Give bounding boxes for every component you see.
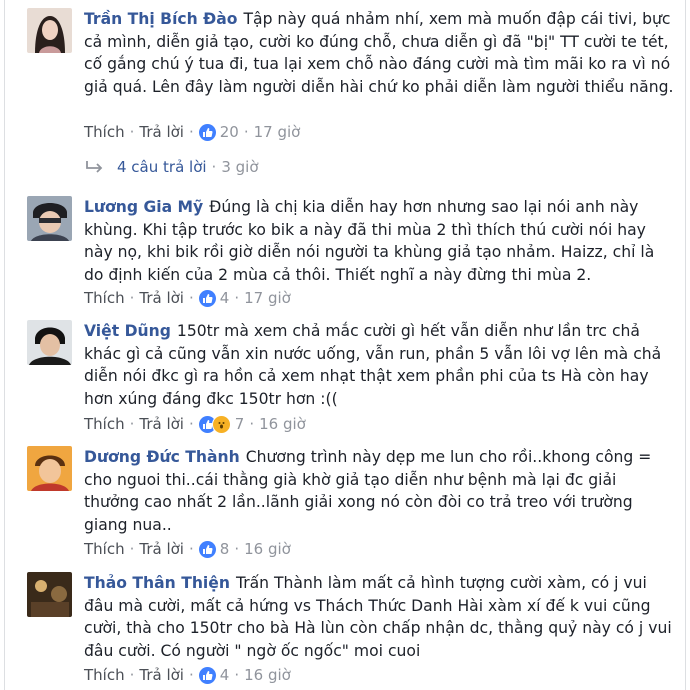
reply-link[interactable]: Trả lời: [139, 123, 184, 141]
reaction-count[interactable]: 7: [235, 415, 245, 433]
like-icon: [198, 289, 216, 307]
separator: ·: [211, 158, 217, 176]
comment-body: Việt Dũng 150tr mà xem chả mắc cười gì hế…: [84, 320, 674, 410]
comment-body: Thảo Thân Thiện Trấn Thành làm mất cả hìn…: [84, 572, 674, 662]
avatar[interactable]: [27, 446, 72, 491]
comment-section: Trần Thị Bích Đào Tập này quá nhảm nhí, x…: [4, 0, 686, 690]
comment-actions: Thích · Trả lời · 7 · 16 giờ: [84, 414, 306, 434]
replies-count-link[interactable]: 4 câu trả lời: [117, 158, 207, 176]
reaction-count[interactable]: 4: [220, 289, 230, 307]
comment-time[interactable]: 17 giờ: [244, 289, 291, 307]
avatar[interactable]: [27, 8, 72, 53]
like-link[interactable]: Thích: [84, 666, 125, 684]
separator: ·: [129, 415, 135, 433]
comment-author[interactable]: Việt Dũng: [84, 322, 171, 340]
separator: ·: [188, 123, 194, 141]
separator: ·: [234, 540, 240, 558]
separator: ·: [188, 415, 194, 433]
comment-author[interactable]: Trần Thị Bích Đào: [84, 10, 238, 28]
like-link[interactable]: Thích: [84, 540, 125, 558]
replies-time[interactable]: 3 giờ: [221, 158, 258, 176]
like-icon: [198, 666, 216, 684]
comment-body: Trần Thị Bích Đào Tập này quá nhảm nhí, x…: [84, 8, 674, 98]
comment-author[interactable]: Dương Đức Thành: [84, 448, 240, 466]
separator: ·: [188, 540, 194, 558]
avatar[interactable]: [27, 320, 72, 365]
separator: ·: [249, 415, 255, 433]
separator: ·: [129, 123, 135, 141]
separator: ·: [243, 123, 249, 141]
comment-actions: Thích · Trả lời · 8 · 16 giờ: [84, 539, 291, 559]
separator: ·: [129, 666, 135, 684]
comment-actions: Thích · Trả lời · 4 · 16 giờ: [84, 665, 291, 685]
reply-link[interactable]: Trả lời: [139, 289, 184, 307]
comment-actions: Thích · Trả lời · 20 · 17 giờ: [84, 122, 300, 142]
reactions[interactable]: [198, 289, 216, 307]
comment-time[interactable]: 16 giờ: [259, 415, 306, 433]
avatar[interactable]: [27, 572, 72, 617]
comment-body: Lương Gia Mỹ Đúng là chị kia diễn hay hơn…: [84, 196, 674, 286]
comment-time[interactable]: 17 giờ: [254, 123, 301, 141]
comment-time[interactable]: 16 giờ: [244, 666, 291, 684]
reactions[interactable]: [198, 414, 231, 434]
separator: ·: [129, 540, 135, 558]
comment-actions: Thích · Trả lời · 4 · 17 giờ: [84, 288, 291, 308]
reply-link[interactable]: Trả lời: [139, 540, 184, 558]
comment-body: Dương Đức Thành Chương trình này dẹp me l…: [84, 446, 674, 536]
separator: ·: [234, 666, 240, 684]
comment-author[interactable]: Lương Gia Mỹ: [84, 198, 203, 216]
separator: ·: [188, 289, 194, 307]
like-link[interactable]: Thích: [84, 289, 125, 307]
reply-link[interactable]: Trả lời: [139, 666, 184, 684]
like-link[interactable]: Thích: [84, 415, 125, 433]
reactions[interactable]: [198, 666, 216, 684]
reply-link[interactable]: Trả lời: [139, 415, 184, 433]
reaction-count[interactable]: 20: [220, 123, 239, 141]
view-replies[interactable]: 4 câu trả lời · 3 giờ: [85, 158, 259, 176]
reaction-count[interactable]: 4: [220, 666, 230, 684]
reaction-count[interactable]: 8: [220, 540, 230, 558]
separator: ·: [129, 289, 135, 307]
wow-icon: [211, 414, 231, 434]
separator: ·: [234, 289, 240, 307]
like-icon: [198, 540, 216, 558]
like-link[interactable]: Thích: [84, 123, 125, 141]
like-icon: [198, 123, 216, 141]
avatar[interactable]: [27, 196, 72, 241]
separator: ·: [188, 666, 194, 684]
reply-arrow-icon: [86, 161, 103, 173]
comment-author[interactable]: Thảo Thân Thiện: [84, 574, 230, 592]
reactions[interactable]: [198, 123, 216, 141]
comment-time[interactable]: 16 giờ: [244, 540, 291, 558]
reactions[interactable]: [198, 540, 216, 558]
